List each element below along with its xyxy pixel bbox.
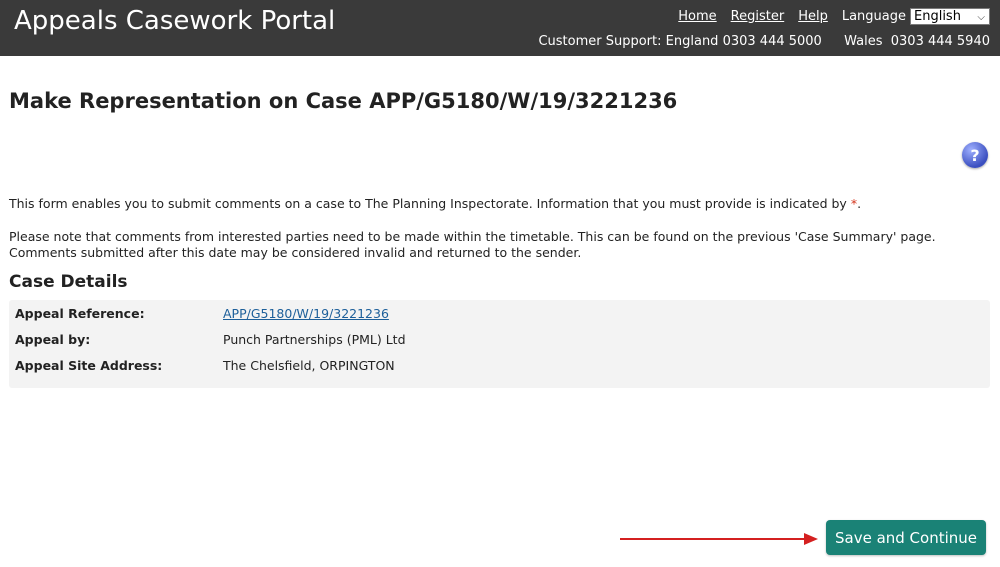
appeal-by-value: Punch Partnerships (PML) Ltd [223, 332, 406, 347]
top-nav: Home Register Help Language English ⌵ [678, 8, 990, 25]
timetable-note: Please note that comments from intereste… [9, 229, 989, 261]
support-england-label: England [665, 34, 719, 49]
language-select[interactable]: English ⌵ [910, 8, 990, 25]
detail-row-site-address: Appeal Site Address: The Chelsfield, ORP… [15, 358, 395, 374]
appeal-reference-link[interactable]: APP/G5180/W/19/3221236 [223, 306, 389, 322]
save-and-continue-button[interactable]: Save and Continue [826, 520, 986, 555]
intro-text-body: This form enables you to submit comments… [9, 196, 847, 211]
appeal-by-label: Appeal by: [15, 332, 91, 347]
page-title: Make Representation on Case APP/G5180/W/… [9, 89, 678, 113]
intro-text: This form enables you to submit comments… [9, 196, 989, 212]
language-label: Language [841, 9, 906, 24]
case-details-heading: Case Details [9, 272, 128, 292]
register-link[interactable]: Register [731, 9, 785, 24]
site-address-value: The Chelsfield, ORPINGTON [223, 358, 395, 373]
help-question-icon[interactable]: ? [962, 142, 988, 168]
customer-support-info: Customer Support: England 0303 444 5000 … [538, 34, 990, 49]
annotation-arrow [620, 538, 806, 540]
support-wales-label: Wales [844, 34, 883, 49]
detail-row-appeal-reference: Appeal Reference: APP/G5180/W/19/3221236 [15, 306, 389, 322]
language-selected-value: English [914, 9, 961, 24]
detail-row-appeal-by: Appeal by: Punch Partnerships (PML) Ltd [15, 332, 406, 348]
case-details-panel: Appeal Reference: APP/G5180/W/19/3221236… [9, 300, 990, 388]
note-line-1: Please note that comments from intereste… [9, 229, 936, 244]
site-address-label: Appeal Site Address: [15, 358, 163, 373]
support-prefix: Customer Support: [538, 34, 662, 49]
chevron-down-icon: ⌵ [977, 12, 985, 23]
intro-end: . [857, 196, 862, 211]
support-england-phone: 0303 444 5000 [722, 34, 822, 49]
home-link[interactable]: Home [678, 9, 716, 24]
help-link[interactable]: Help [798, 9, 828, 24]
site-header: Appeals Casework Portal Home Register He… [0, 0, 1000, 56]
support-wales-phone: 0303 444 5940 [890, 34, 990, 49]
portal-title: Appeals Casework Portal [14, 6, 336, 36]
arrow-right-icon [804, 533, 818, 545]
note-line-2: Comments submitted after this date may b… [9, 245, 582, 260]
appeal-reference-label: Appeal Reference: [15, 306, 145, 321]
